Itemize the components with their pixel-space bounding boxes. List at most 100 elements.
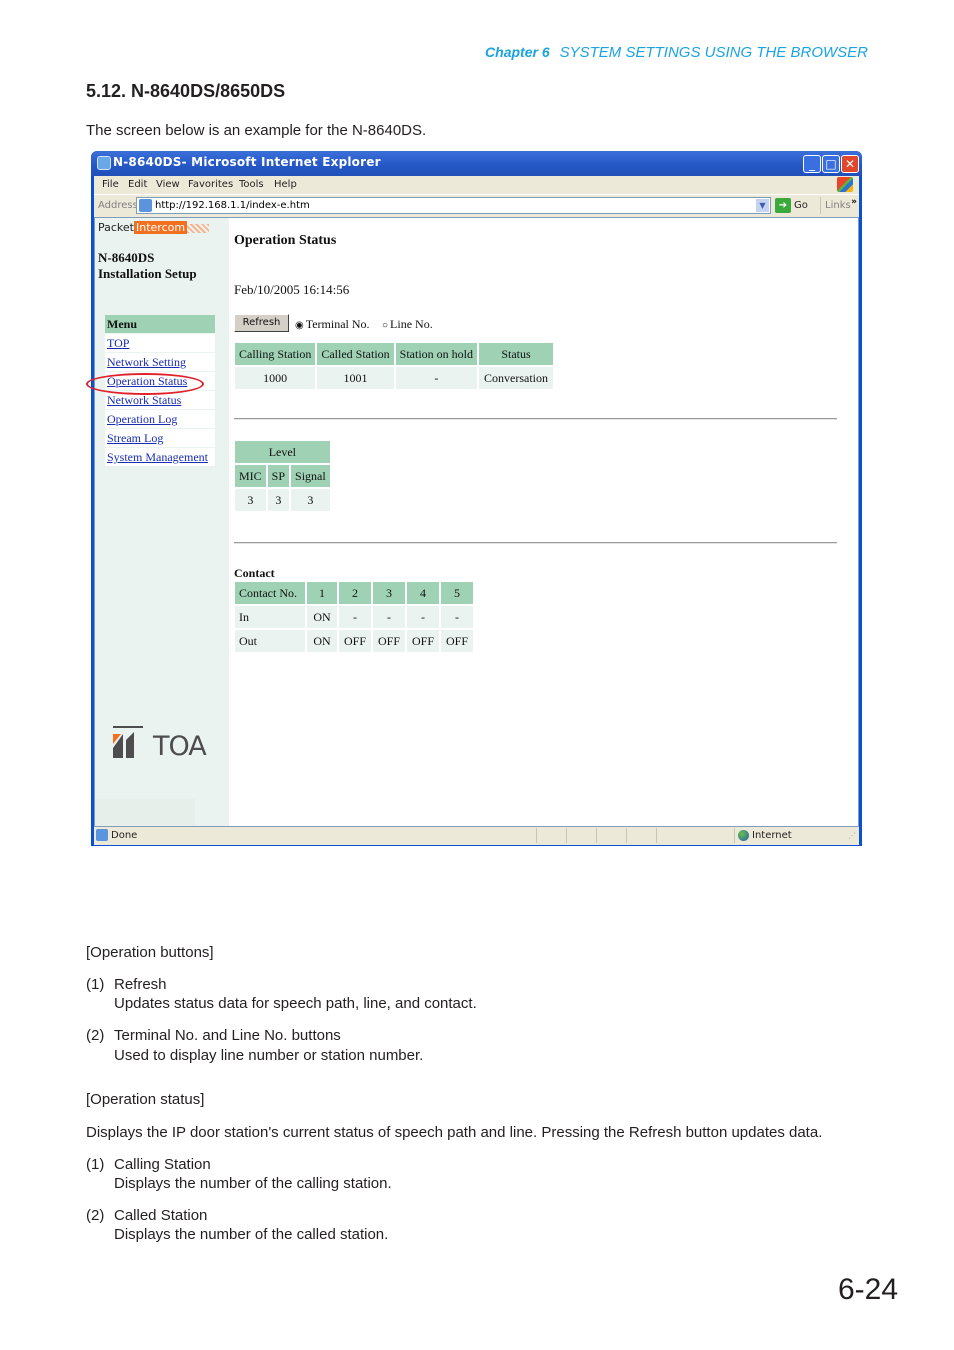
- maximize-button[interactable]: □: [822, 155, 840, 173]
- toa-logo-text: TOA: [153, 731, 207, 762]
- ie-icon: [97, 156, 111, 170]
- brand-logo: Packet Intercom: [98, 221, 210, 234]
- address-label: Address: [98, 200, 138, 211]
- intro-text: The screen below is an example for the N…: [86, 122, 427, 139]
- sidebar-item-system-management[interactable]: System Management: [105, 447, 215, 466]
- status-separator: [596, 828, 597, 843]
- contact-title: Contact: [234, 566, 275, 580]
- cell-out-3: OFF: [373, 630, 405, 652]
- highlight-circle: [86, 373, 204, 395]
- close-button[interactable]: ✕: [841, 155, 859, 173]
- status-bar: Done Internet ⋰: [94, 827, 859, 845]
- minimize-button[interactable]: _: [803, 155, 821, 173]
- address-input[interactable]: http://192.168.1.1/index-e.htm ▼: [136, 197, 771, 214]
- chapter-title: SYSTEM SETTINGS USING THE BROWSER: [559, 44, 868, 61]
- radio-line-label: Line No.: [390, 317, 433, 331]
- sidebar-link-system-management[interactable]: System Management: [107, 450, 208, 464]
- menu-view[interactable]: View: [156, 179, 180, 190]
- cell-station-on-hold: -: [395, 367, 478, 389]
- radio-terminal-label: Terminal No.: [305, 317, 370, 331]
- sidebar-item-network-setting[interactable]: Network Setting: [105, 352, 215, 371]
- page-title: Operation Status: [234, 233, 337, 248]
- cell-status: Conversation: [479, 367, 554, 389]
- status-separator: [566, 828, 567, 843]
- col-sp: SP: [267, 465, 290, 487]
- brand-pattern: [187, 223, 210, 233]
- level-title: Level: [235, 441, 330, 463]
- ops-buttons-heading: [Operation buttons]: [86, 944, 214, 961]
- s1-desc: Displays the number of the calling stati…: [114, 1175, 392, 1192]
- sidebar-item-top[interactable]: TOP: [105, 333, 215, 352]
- sidebar-link-network-status[interactable]: Network Status: [107, 393, 181, 407]
- window-title: N-8640DS- Microsoft Internet Explorer: [113, 155, 381, 169]
- table-header-row: Calling Station Called Station Station o…: [235, 343, 554, 365]
- s2-desc: Displays the number of the called statio…: [114, 1226, 389, 1243]
- b1-desc: Updates status data for speech path, lin…: [114, 995, 477, 1012]
- cell-sp: 3: [267, 489, 290, 511]
- cell-calling-station: 1000: [235, 367, 316, 389]
- go-arrow-icon[interactable]: ➔: [775, 198, 791, 213]
- table-row: In ON - - - -: [235, 606, 473, 628]
- go-button[interactable]: Go: [794, 200, 808, 211]
- cell-out-label: Out: [235, 630, 305, 652]
- table-row: 3 3 3: [235, 489, 330, 511]
- address-url: http://192.168.1.1/index-e.htm: [155, 200, 310, 211]
- col-station-on-hold: Station on hold: [395, 343, 478, 365]
- col-status: Status: [479, 343, 554, 365]
- col-contact-1: 1: [307, 582, 337, 604]
- s2-title: Called Station: [114, 1207, 208, 1224]
- status-separator: [656, 828, 657, 843]
- menu-favorites[interactable]: Favorites: [188, 179, 233, 190]
- radio-terminal-no[interactable]: ◉ Terminal No.: [295, 317, 370, 332]
- cell-signal: 3: [291, 489, 330, 511]
- sidebar: Packet Intercom N-8640DS Installation Set…: [86, 218, 229, 826]
- menu-file[interactable]: File: [102, 179, 119, 190]
- radio-checked-icon[interactable]: ◉: [295, 320, 304, 331]
- resize-grip-icon[interactable]: ⋰: [848, 831, 856, 840]
- toa-logo-icon: [113, 726, 143, 758]
- sidebar-footer: [95, 799, 195, 826]
- col-contact-no: Contact No.: [235, 582, 305, 604]
- refresh-button[interactable]: Refresh: [234, 314, 289, 332]
- status-table: Calling Station Called Station Station o…: [233, 341, 555, 391]
- brand-packet: Packet: [98, 221, 134, 234]
- address-bar: Address http://192.168.1.1/index-e.htm ▼…: [94, 194, 859, 217]
- s1-title: Calling Station: [114, 1156, 211, 1173]
- status-separator: [734, 828, 735, 843]
- sidebar-item-stream-log[interactable]: Stream Log: [105, 428, 215, 447]
- col-contact-5: 5: [441, 582, 473, 604]
- cell-in-2: -: [339, 606, 371, 628]
- title-bar: N-8640DS- Microsoft Internet Explorer _ …: [91, 151, 862, 176]
- col-contact-2: 2: [339, 582, 371, 604]
- links-button[interactable]: Links»: [820, 197, 859, 214]
- menu-help[interactable]: Help: [274, 179, 297, 190]
- table-row: 1000 1001 - Conversation: [235, 367, 554, 389]
- menu-edit[interactable]: Edit: [128, 179, 147, 190]
- menu-header: Menu: [105, 315, 215, 333]
- status-text: Done: [111, 830, 138, 841]
- sidebar-link-top[interactable]: TOP: [107, 336, 129, 350]
- b2-desc: Used to display line number or station n…: [114, 1047, 424, 1064]
- ops-status-desc: Displays the IP door station's current s…: [86, 1124, 823, 1141]
- section-title: 5.12. N-8640DS/8650DS: [86, 81, 286, 101]
- sidebar-link-network-setting[interactable]: Network Setting: [107, 355, 186, 369]
- radio-line-no[interactable]: ○ Line No.: [382, 317, 433, 332]
- chapter-header: Chapter 6 SYSTEM SETTINGS USING THE BROWS…: [0, 44, 868, 61]
- sidebar-item-operation-log[interactable]: Operation Log: [105, 409, 215, 428]
- browser-window: N-8640DS- Microsoft Internet Explorer _ …: [86, 151, 862, 846]
- table-row: Out ON OFF OFF OFF OFF: [235, 630, 473, 652]
- ops-status-heading: [Operation status]: [86, 1091, 205, 1108]
- security-zone: Internet: [752, 830, 792, 841]
- page-done-icon: [96, 829, 108, 841]
- sidebar-link-operation-log[interactable]: Operation Log: [107, 412, 177, 426]
- col-calling-station: Calling Station: [235, 343, 316, 365]
- b2-number: (2): [86, 1027, 105, 1044]
- cell-in-label: In: [235, 606, 305, 628]
- col-signal: Signal: [291, 465, 330, 487]
- sidebar-link-stream-log[interactable]: Stream Log: [107, 431, 163, 445]
- radio-unchecked-icon[interactable]: ○: [382, 320, 388, 331]
- menu-tools[interactable]: Tools: [239, 179, 264, 190]
- divider: [234, 542, 837, 544]
- device-subtitle: Installation Setup: [98, 266, 197, 281]
- chevron-down-icon[interactable]: ▼: [756, 199, 769, 212]
